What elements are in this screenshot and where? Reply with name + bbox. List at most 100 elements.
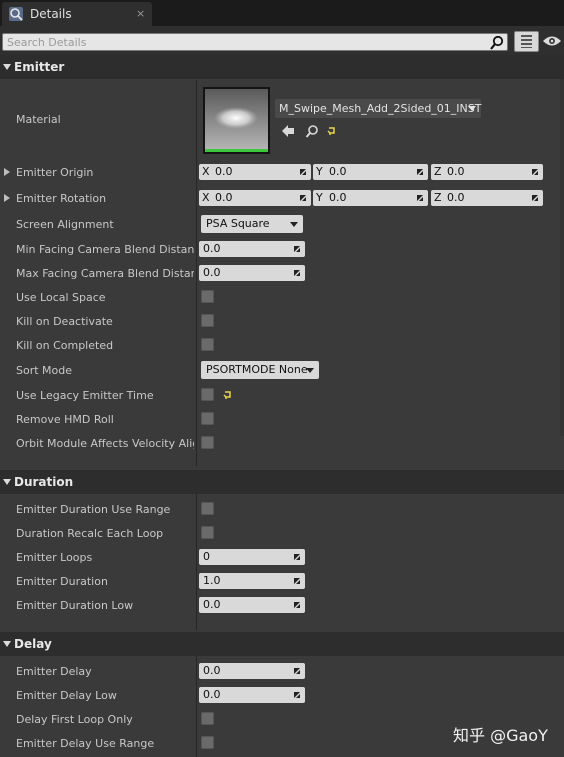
sort-mode-value: PSORTMODE None [206,363,308,376]
axis-label-y: Y [316,165,323,178]
rotation-z-value: 0.0 [447,191,465,204]
drag-handle-icon [294,692,300,698]
axis-label-x: X [202,191,210,204]
search-input[interactable] [2,33,508,51]
property-label-max-facing: Max Facing Camera Blend Distance [16,267,194,280]
drag-handle-icon [294,578,300,584]
emitter-duration-field[interactable]: 1.0 [199,573,305,589]
emitter-duration-low-value: 0.0 [203,598,221,611]
drag-handle-icon [300,195,306,201]
material-preview-icon [205,89,268,152]
rotation-z-field[interactable]: Z 0.0 [431,190,543,206]
tab-close-button[interactable]: × [136,7,145,20]
property-label-kill-on-deactivate: Kill on Deactivate [16,315,113,328]
sort-mode-combo[interactable]: PSORTMODE None [201,361,319,379]
chevron-down-icon [468,106,476,111]
collapse-arrow-icon [3,641,11,647]
drag-handle-icon [532,169,538,175]
category-title: Emitter [14,60,65,74]
property-label-duration-recalc: Duration Recalc Each Loop [16,527,164,540]
property-label-emitter-duration: Emitter Duration [16,575,108,588]
duration-use-range-checkbox[interactable] [201,502,214,515]
column-divider[interactable] [196,656,197,757]
rotation-y-field[interactable]: Y 0.0 [313,190,428,206]
material-thumbnail[interactable] [203,87,270,154]
origin-y-field[interactable]: Y 0.0 [313,164,428,180]
duration-recalc-checkbox[interactable] [201,526,214,539]
emitter-delay-use-range-checkbox[interactable] [201,736,214,749]
screen-alignment-value: PSA Square [206,217,270,230]
property-label-emitter-rotation: Emitter Rotation [16,192,107,205]
category-title: Delay [14,637,52,651]
reset-to-default-icon[interactable] [223,390,233,400]
drag-handle-icon [294,246,300,252]
emitter-duration-value: 1.0 [203,574,221,587]
origin-x-field[interactable]: X 0.0 [199,164,311,180]
category-delay[interactable]: Delay [0,632,564,656]
use-selected-arrow-icon[interactable] [281,124,295,138]
search-icon[interactable] [489,35,505,51]
property-label-emitter-delay: Emitter Delay [16,665,92,678]
emitter-loops-field[interactable]: 0 [199,549,305,565]
reset-to-default-icon[interactable] [327,126,337,136]
rotation-x-field[interactable]: X 0.0 [199,190,311,206]
expand-arrow-icon[interactable] [4,168,10,176]
use-local-space-checkbox[interactable] [201,290,214,303]
emitter-duration-low-field[interactable]: 0.0 [199,597,305,613]
emitter-delay-field[interactable]: 0.0 [199,663,305,679]
max-facing-value: 0.0 [203,266,221,279]
remove-hmd-roll-checkbox[interactable] [201,412,214,425]
drag-handle-icon [532,195,538,201]
axis-label-y: Y [316,191,323,204]
kill-on-completed-checkbox[interactable] [201,338,214,351]
expand-arrow-icon[interactable] [4,194,10,202]
property-label-emitter-origin: Emitter Origin [16,166,94,179]
property-matrix-button[interactable] [514,31,539,52]
drag-handle-icon [417,169,423,175]
axis-label-x: X [202,165,210,178]
tab-details[interactable]: Details × [2,2,152,26]
axis-label-z: Z [434,165,442,178]
drag-handle-icon [294,554,300,560]
delay-first-loop-only-checkbox[interactable] [201,712,214,725]
origin-x-value: 0.0 [215,165,233,178]
category-emitter[interactable]: Emitter [0,55,564,79]
property-label-material: Material [16,113,61,126]
eye-icon[interactable] [542,34,562,48]
emitter-loops-value: 0 [203,550,210,563]
property-label-use-legacy-emitter-time: Use Legacy Emitter Time [16,389,154,402]
collapse-arrow-icon [3,479,11,485]
property-label-orbit-module: Orbit Module Affects Velocity Alignment [16,437,194,450]
property-label-use-local-space: Use Local Space [16,291,106,304]
property-label-screen-alignment: Screen Alignment [16,218,114,231]
property-label-duration-use-range: Emitter Duration Use Range [16,503,171,516]
category-duration[interactable]: Duration [0,470,564,494]
orbit-module-checkbox[interactable] [201,436,214,449]
min-facing-field[interactable]: 0.0 [199,241,305,257]
scrollbar[interactable] [560,56,564,436]
emitter-delay-value: 0.0 [203,664,221,677]
list-view-icon [521,35,532,48]
material-combo[interactable]: M_Swipe_Mesh_Add_2Sided_01_INST [275,99,481,118]
max-facing-field[interactable]: 0.0 [199,265,305,281]
drag-handle-icon [417,195,423,201]
origin-z-field[interactable]: Z 0.0 [431,164,543,180]
browse-search-icon[interactable] [305,124,319,138]
emitter-delay-low-field[interactable]: 0.0 [199,687,305,703]
property-label-emitter-duration-low: Emitter Duration Low [16,599,134,612]
details-magnifier-icon [9,7,23,21]
material-value: M_Swipe_Mesh_Add_2Sided_01_INST [279,102,482,115]
emitter-delay-low-value: 0.0 [203,688,221,701]
kill-on-deactivate-checkbox[interactable] [201,314,214,327]
property-label-kill-on-completed: Kill on Completed [16,339,114,352]
column-divider[interactable] [196,80,197,466]
screen-alignment-combo[interactable]: PSA Square [201,215,303,233]
use-legacy-emitter-time-checkbox[interactable] [201,388,214,401]
min-facing-value: 0.0 [203,242,221,255]
column-divider[interactable] [196,494,197,630]
property-label-emitter-loops: Emitter Loops [16,551,93,564]
watermark: 知乎 @GaoY [453,726,548,745]
property-label-emitter-delay-low: Emitter Delay Low [16,689,117,702]
tab-bar: Details × [0,0,564,26]
category-title: Duration [14,475,74,489]
